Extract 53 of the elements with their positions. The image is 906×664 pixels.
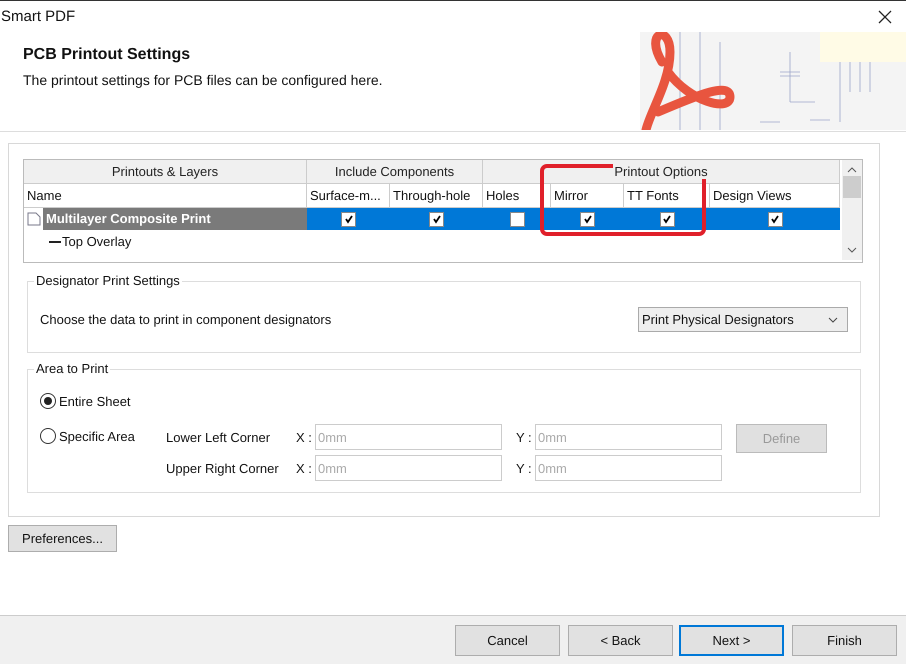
window-title: Smart PDF: [1, 8, 76, 25]
wizard-button[interactable]: Finish: [792, 624, 897, 656]
scroll-up-icon[interactable]: [847, 167, 857, 173]
checkmark-icon: [582, 214, 592, 224]
page-subtitle: The printout settings for PCB files can be configured here.: [23, 72, 383, 88]
scroll-down-icon[interactable]: [847, 247, 857, 253]
column-header[interactable]: Holes: [483, 184, 551, 208]
checkmark-icon: [662, 214, 672, 224]
checkmark-icon: [344, 214, 354, 224]
checkmark-icon: [432, 214, 442, 224]
wizard-button[interactable]: < Back: [568, 624, 673, 656]
document-icon: [27, 212, 41, 226]
checkbox[interactable]: [510, 212, 524, 226]
column-header[interactable]: Name: [24, 184, 307, 208]
checkbox[interactable]: [580, 212, 595, 226]
column-header[interactable]: Mirror: [551, 184, 624, 208]
close-icon[interactable]: [878, 10, 892, 24]
axis-label: X :: [296, 430, 313, 444]
checkbox[interactable]: [341, 212, 356, 226]
checkmark-icon: [770, 214, 780, 224]
radio-button[interactable]: [40, 428, 56, 444]
checkbox[interactable]: [660, 212, 674, 226]
radio-option[interactable]: Specific Area: [40, 428, 166, 444]
column-group-header: Include Components: [334, 164, 456, 179]
axis-label: Y :: [516, 430, 533, 444]
axis-label: X :: [296, 460, 313, 476]
column-group-header: Printouts & Layers: [110, 164, 220, 179]
column-header[interactable]: TT Fonts: [624, 184, 710, 208]
column-header[interactable]: Surface-m...: [307, 184, 390, 208]
column-header[interactable]: Design Views: [710, 184, 840, 208]
scrollbar[interactable]: [842, 160, 862, 260]
group-legend: Area to Print: [34, 361, 110, 376]
layer-name[interactable]: Top Overlay: [62, 234, 132, 249]
radio-button[interactable]: [40, 393, 56, 409]
wizard-button[interactable]: Cancel: [455, 624, 560, 656]
group-legend: Designator Print Settings: [34, 273, 182, 288]
axis-label: Y :: [516, 460, 533, 476]
corner-label: Lower Left Corner: [166, 430, 272, 444]
checkbox[interactable]: [768, 212, 782, 226]
radio-option[interactable]: Entire Sheet: [40, 393, 166, 409]
printout-name[interactable]: Multilayer Composite Print: [43, 208, 307, 230]
corner-label: Upper Right Corner: [166, 460, 280, 476]
chevron-down-icon: [828, 316, 838, 322]
scroll-thumb[interactable]: [843, 176, 861, 198]
page-title: PCB Printout Settings: [23, 46, 192, 64]
preferences-button[interactable]: Preferences...: [8, 525, 117, 552]
column-header[interactable]: Through-hole: [390, 184, 483, 208]
designator-dropdown[interactable]: Print Physical Designators: [638, 307, 848, 332]
checkbox[interactable]: [429, 212, 444, 226]
designator-label: Choose the data to print in component designators: [40, 312, 332, 327]
wizard-button[interactable]: Next >: [679, 624, 784, 656]
layer-line-icon: [49, 240, 61, 242]
column-group-header: Printout Options: [613, 164, 709, 179]
